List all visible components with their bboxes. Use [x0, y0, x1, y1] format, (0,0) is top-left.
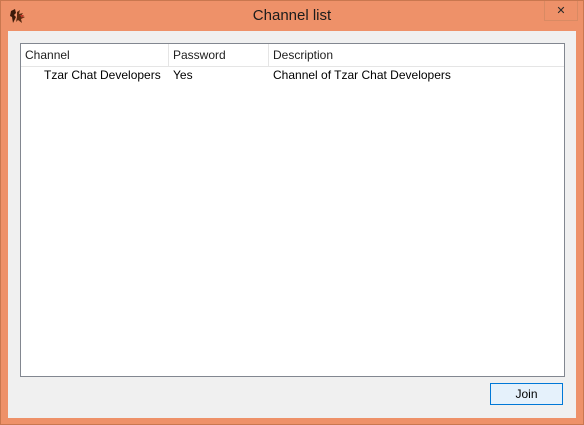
- channel-name-cell: Tzar Chat Developers: [44, 68, 161, 82]
- column-header-password[interactable]: Password: [169, 44, 269, 66]
- column-header-description[interactable]: Description: [269, 44, 564, 66]
- description-cell: Channel of Tzar Chat Developers: [273, 68, 451, 82]
- channel-list-window: Channel list ✕ Channel Password Descript…: [0, 0, 584, 425]
- dialog-client-area: Channel Password Description Tzar Chat D…: [8, 31, 576, 418]
- join-button[interactable]: Join: [490, 383, 563, 405]
- channel-list[interactable]: Channel Password Description Tzar Chat D…: [20, 43, 565, 377]
- password-cell: Yes: [173, 68, 193, 82]
- list-header: Channel Password Description: [21, 44, 564, 67]
- window-title: Channel list: [252, 7, 332, 24]
- column-header-channel[interactable]: Channel: [21, 44, 169, 66]
- list-item[interactable]: Tzar Chat Developers Yes Channel of Tzar…: [21, 66, 564, 84]
- title-bar[interactable]: Channel list ✕: [1, 1, 583, 31]
- close-icon: ✕: [556, 4, 566, 17]
- close-button[interactable]: ✕: [544, 1, 578, 21]
